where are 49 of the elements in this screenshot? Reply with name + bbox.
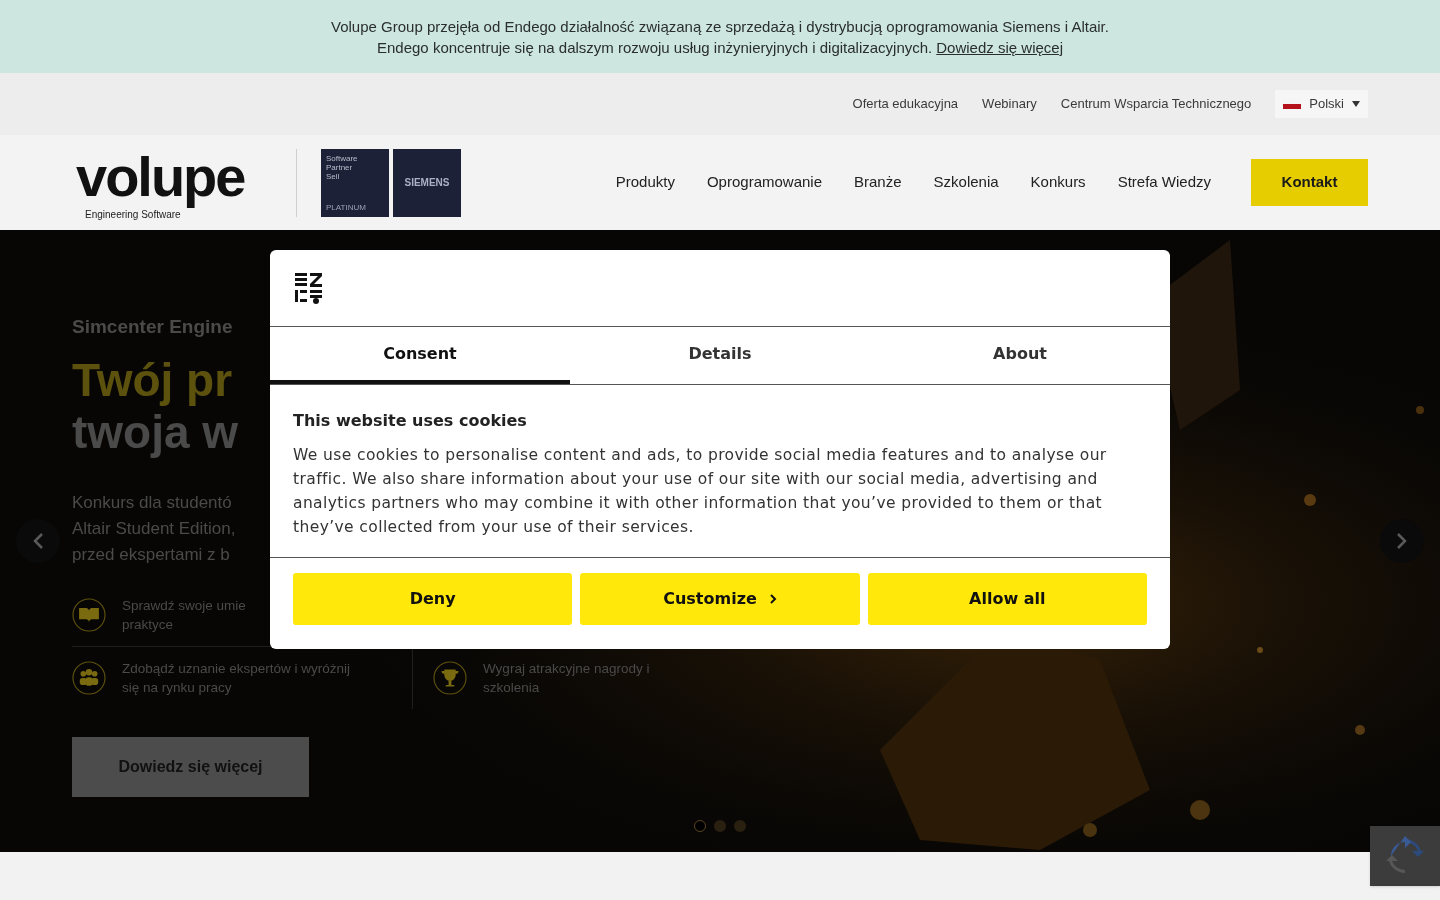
hero-title: twoja w (72, 405, 239, 458)
logo-tagline: Engineering Software (85, 208, 181, 221)
dialog-body: We use cookies to personalise content and ads, to provide social media features and to analyse our traffic. We also share information about your use of our site with our social media, advertising and analytics partners who may combine it with other information that you’ve provided to them or that they’ve collected from your use of their services. (293, 445, 1108, 538)
learn-more-link[interactable]: Dowiedz się więcej (936, 36, 1063, 58)
partner-label: SIEMENS (404, 176, 450, 190)
utility-link[interactable]: Webinary (982, 94, 1037, 114)
hero-description: przed ekspertami z b (72, 543, 230, 566)
recaptcha-icon (1385, 836, 1425, 876)
chevron-right-icon (768, 593, 777, 605)
dialog-button[interactable]: Deny (293, 573, 573, 625)
hero-title: Twój pr (72, 353, 233, 406)
announcement-text: Endego koncentruje się na dalszym rozwoju usług inżynieryjnych i digitalizacyjnych. (377, 37, 933, 58)
contact-button[interactable]: Kontakt (1251, 159, 1368, 206)
nav-link[interactable]: Strefa Wiedzy (1117, 171, 1211, 194)
announcement-text: Volupe Group przejęła od Endego działalność związaną ze sprzedażą i dystrybucją oprogramowania Siemens i Altair. (331, 16, 1109, 37)
book-icon (72, 597, 106, 632)
hero-description: Konkurs dla studentó (72, 491, 232, 514)
caret-icon (1352, 101, 1360, 107)
utility-link[interactable]: Oferta edukacyjna (852, 94, 959, 114)
feature-text: szkolenia (483, 678, 540, 697)
dialog-tab[interactable]: About (870, 327, 1170, 384)
brand-logo-icon (294, 272, 324, 304)
logo-wordmark[interactable]: volupe (72, 144, 249, 209)
utility-link[interactable]: Centrum Wsparcia Technicznego (1060, 94, 1252, 114)
nav-link[interactable]: Branże (854, 171, 902, 194)
nav-link[interactable]: Konkurs (1030, 171, 1086, 194)
feature-text: praktyce (122, 615, 174, 634)
people-icon (72, 660, 106, 695)
nav-link[interactable]: Szkolenia (933, 171, 999, 194)
nav-link[interactable]: Produkty (615, 171, 675, 194)
partner-tier-label: PLATINUM (326, 202, 366, 212)
dialog-tab[interactable]: Consent (270, 327, 570, 384)
language-select[interactable]: Polski (1275, 90, 1368, 118)
nav-link[interactable]: Oprogramowanie (706, 171, 822, 194)
hero-description: Altair Student Edition, (72, 517, 236, 540)
chevron-right-icon (1396, 532, 1408, 550)
chevron-left-icon (32, 532, 44, 550)
hero-eyebrow: Simcenter Engine (72, 315, 233, 339)
trophy-icon (433, 660, 467, 695)
dialog-button[interactable]: Customize (580, 573, 860, 625)
partner-label: Software (326, 153, 358, 163)
feature-text: się na rynku pracy (122, 678, 232, 697)
dialog-button[interactable]: Allow all (867, 573, 1147, 625)
recaptcha-badge[interactable] (1370, 826, 1440, 886)
partner-label: Partner (326, 162, 353, 172)
dialog-tab[interactable]: Details (570, 327, 870, 384)
dialog-heading: This website uses cookies (293, 410, 528, 432)
feature-text: Sprawdź swoje umie (122, 596, 246, 615)
partner-label: Sell (326, 171, 340, 181)
